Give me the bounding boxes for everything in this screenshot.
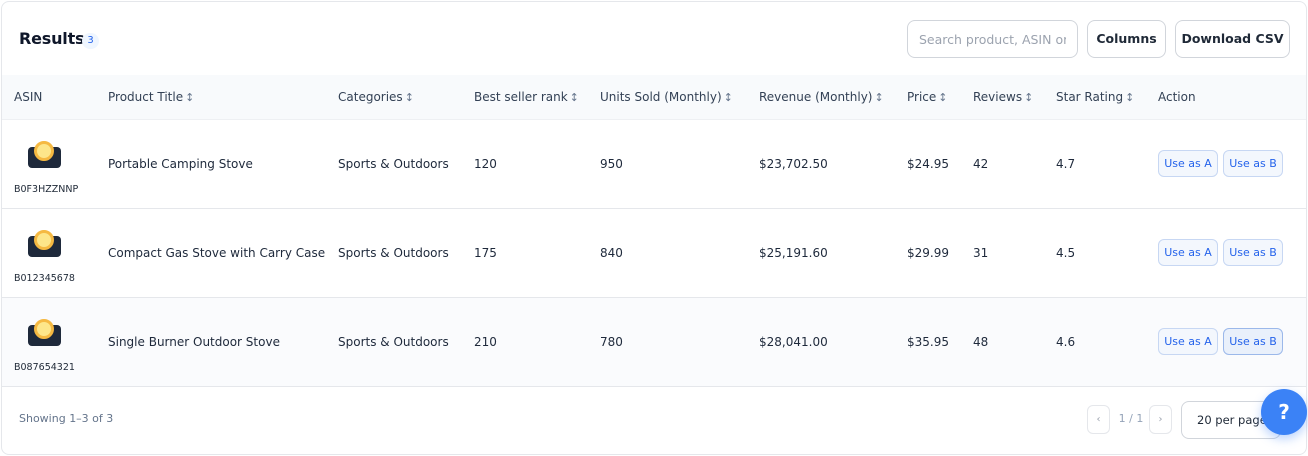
- table-row: B012345678 Compact Gas Stove with Carry …: [2, 209, 1306, 298]
- product-thumbnail: [28, 141, 61, 168]
- sort-icon[interactable]: ↕: [874, 91, 883, 104]
- chevron-left-icon: ‹: [1096, 414, 1101, 425]
- category: Sports & Outdoors: [338, 157, 449, 171]
- column-header-star-rating[interactable]: Star Rating ↕: [1056, 75, 1134, 120]
- download-csv-button[interactable]: Download CSV: [1175, 20, 1290, 58]
- product-thumbnail: [28, 230, 61, 257]
- sort-icon[interactable]: ↕: [1125, 91, 1134, 104]
- asin-value: B0F3HZZNNP: [14, 184, 79, 195]
- column-header-units-sold[interactable]: Units Sold (Monthly) ↕: [600, 75, 733, 120]
- units-sold: 840: [600, 246, 623, 260]
- category: Sports & Outdoors: [338, 246, 449, 260]
- column-header-price[interactable]: Price ↕: [907, 75, 948, 120]
- use-as-a-button[interactable]: Use as A: [1158, 150, 1218, 177]
- price: $29.99: [907, 246, 949, 260]
- column-header-reviews[interactable]: Reviews ↕: [973, 75, 1033, 120]
- sort-icon[interactable]: ↕: [570, 91, 579, 104]
- units-sold: 780: [600, 335, 623, 349]
- star-rating: 4.7: [1056, 157, 1076, 171]
- use-as-a-button[interactable]: Use as A: [1158, 239, 1218, 266]
- column-header-asin: ASIN: [14, 90, 43, 104]
- column-header-action: Action: [1158, 90, 1196, 104]
- chevron-right-icon: ›: [1158, 414, 1163, 425]
- help-button[interactable]: ?: [1261, 389, 1307, 435]
- results-header: Results: 3 Columns Download CSV: [2, 2, 1306, 75]
- units-sold: 950: [600, 157, 623, 171]
- column-header-categories[interactable]: Categories ↕: [338, 75, 414, 120]
- table-row: B087654321 Single Burner Outdoor Stove S…: [2, 298, 1306, 387]
- column-header-best-seller-rank[interactable]: Best seller rank ↕: [474, 75, 579, 120]
- column-header-product-title[interactable]: Product Title ↕: [108, 75, 194, 120]
- column-header-revenue[interactable]: Revenue (Monthly) ↕: [759, 75, 884, 120]
- use-as-b-button[interactable]: Use as B: [1223, 150, 1283, 177]
- use-as-a-button[interactable]: Use as A: [1158, 328, 1218, 355]
- page-indicator: 1 / 1: [1118, 412, 1144, 425]
- sort-icon[interactable]: ↕: [405, 91, 414, 104]
- sort-icon[interactable]: ↕: [185, 91, 194, 104]
- next-page-button[interactable]: ›: [1149, 405, 1172, 434]
- results-title: Results:: [19, 29, 91, 48]
- table-header: ASIN Product Title ↕ Categories ↕ Best sel…: [2, 75, 1306, 120]
- product-title: Single Burner Outdoor Stove: [108, 335, 280, 349]
- results-panel: Results: 3 Columns Download CSV ASIN Pro…: [1, 1, 1307, 455]
- table-row: B0F3HZZNNP Portable Camping Stove Sports…: [2, 120, 1306, 209]
- previous-page-button[interactable]: ‹: [1087, 405, 1110, 434]
- price: $35.95: [907, 335, 949, 349]
- best-seller-rank: 175: [474, 246, 497, 260]
- asin-value: B087654321: [14, 362, 75, 373]
- product-title: Compact Gas Stove with Carry Case: [108, 246, 326, 260]
- results-count-badge: 3: [82, 33, 99, 49]
- reviews: 48: [973, 335, 989, 349]
- revenue: $28,041.00: [759, 335, 828, 349]
- sort-icon[interactable]: ↕: [1024, 91, 1033, 104]
- question-mark-icon: ?: [1278, 400, 1290, 424]
- price: $24.95: [907, 157, 949, 171]
- best-seller-rank: 120: [474, 157, 497, 171]
- sort-icon[interactable]: ↕: [938, 91, 947, 104]
- category: Sports & Outdoors: [338, 335, 449, 349]
- use-as-b-button[interactable]: Use as B: [1223, 239, 1283, 266]
- asin-value: B012345678: [14, 273, 75, 284]
- revenue: $23,702.50: [759, 157, 828, 171]
- columns-button[interactable]: Columns: [1087, 20, 1166, 58]
- use-as-b-button[interactable]: Use as B: [1223, 328, 1283, 355]
- sort-icon[interactable]: ↕: [724, 91, 733, 104]
- product-thumbnail: [28, 319, 61, 346]
- reviews: 31: [973, 246, 989, 260]
- revenue: $25,191.60: [759, 246, 828, 260]
- search-input[interactable]: [907, 20, 1078, 58]
- product-title: Portable Camping Stove: [108, 157, 253, 171]
- star-rating: 4.5: [1056, 246, 1076, 260]
- best-seller-rank: 210: [474, 335, 497, 349]
- showing-count-text: Showing 1–3 of 3: [19, 412, 114, 425]
- star-rating: 4.6: [1056, 335, 1076, 349]
- reviews: 42: [973, 157, 989, 171]
